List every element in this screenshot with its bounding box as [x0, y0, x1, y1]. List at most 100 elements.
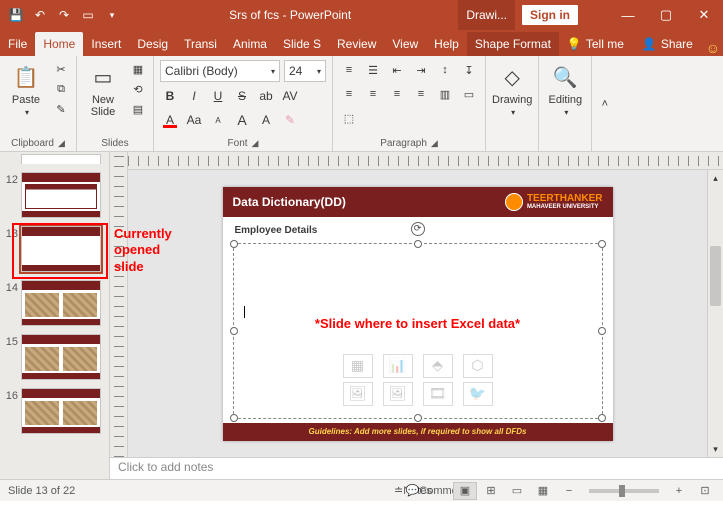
- clear-formatting-button[interactable]: A: [208, 110, 228, 130]
- copy-icon[interactable]: ⧉: [52, 80, 70, 98]
- font-size-select[interactable]: 24▾: [284, 60, 326, 82]
- tab-home[interactable]: Home: [35, 32, 83, 56]
- highlight-button[interactable]: ✎: [280, 110, 300, 130]
- align-left-button[interactable]: ≡: [339, 84, 359, 104]
- bullets-button[interactable]: ≡: [339, 60, 359, 80]
- scroll-up-icon[interactable]: ▴: [713, 170, 718, 186]
- content-placeholder[interactable]: ⟳ *Slide where to insert Excel data* ▦ 📊…: [233, 243, 603, 419]
- resize-handle[interactable]: [414, 414, 422, 422]
- fit-to-window-icon[interactable]: ⊡: [693, 482, 717, 500]
- paragraph-launcher-icon[interactable]: ◢: [431, 138, 438, 149]
- align-center-button[interactable]: ≡: [363, 84, 383, 104]
- decrease-indent-button[interactable]: ⇤: [387, 60, 407, 80]
- zoom-slider[interactable]: [589, 489, 659, 493]
- slide-thumbnails[interactable]: 12 13 14 15 16: [0, 152, 110, 479]
- character-spacing-button[interactable]: AV: [280, 86, 300, 106]
- line-spacing-button[interactable]: ↕: [435, 60, 455, 80]
- slide-sorter-view-icon[interactable]: ⊞: [479, 482, 503, 500]
- drawing-button[interactable]: ◇ Drawing ▾: [492, 60, 532, 147]
- align-right-button[interactable]: ≡: [387, 84, 407, 104]
- tab-transitions[interactable]: Transi: [176, 32, 225, 56]
- clipboard-launcher-icon[interactable]: ◢: [58, 138, 65, 149]
- insert-chart-icon[interactable]: 📊: [383, 354, 413, 378]
- sign-in-button[interactable]: Sign in: [521, 4, 579, 26]
- feedback-icon[interactable]: ☺: [703, 40, 723, 56]
- align-text-button[interactable]: ▭: [459, 84, 479, 104]
- tab-file[interactable]: File: [0, 32, 35, 56]
- collapse-ribbon-icon[interactable]: ˄: [591, 56, 617, 151]
- justify-button[interactable]: ≡: [411, 84, 431, 104]
- thumb-slide-12[interactable]: [21, 172, 101, 218]
- tab-insert[interactable]: Insert: [83, 32, 129, 56]
- close-icon[interactable]: ✕: [685, 0, 723, 30]
- font-color-button[interactable]: A: [160, 110, 180, 130]
- share-button[interactable]: 👤Share: [632, 32, 703, 56]
- text-direction-button[interactable]: ↧: [459, 60, 479, 80]
- section-icon[interactable]: ▤: [129, 100, 147, 118]
- tab-design[interactable]: Desig: [129, 32, 176, 56]
- numbering-button[interactable]: ☰: [363, 60, 383, 80]
- underline-button[interactable]: U: [208, 86, 228, 106]
- resize-handle[interactable]: [230, 240, 238, 248]
- resize-handle[interactable]: [230, 327, 238, 335]
- undo-icon[interactable]: ↶: [30, 5, 50, 25]
- tab-review[interactable]: Review: [329, 32, 384, 56]
- zoom-out-button[interactable]: −: [557, 482, 581, 500]
- insert-icon-icon[interactable]: 🐦: [463, 382, 493, 406]
- resize-handle[interactable]: [230, 414, 238, 422]
- insert-video-icon[interactable]: 🎞: [423, 382, 453, 406]
- format-painter-icon[interactable]: ✎: [52, 100, 70, 118]
- tab-animations[interactable]: Anima: [225, 32, 275, 56]
- normal-view-icon[interactable]: ▣: [453, 482, 477, 500]
- scrollbar-thumb[interactable]: [710, 246, 721, 306]
- comments-toggle[interactable]: 💬 Comments: [427, 482, 451, 500]
- tab-view[interactable]: View: [384, 32, 426, 56]
- italic-button[interactable]: I: [184, 86, 204, 106]
- notes-pane[interactable]: Click to add notes: [110, 457, 723, 479]
- decrease-font-button[interactable]: A: [256, 110, 276, 130]
- slide[interactable]: Data Dictionary(DD) TEERTHANKERMAHAVEER …: [223, 187, 613, 441]
- redo-icon[interactable]: ↷: [54, 5, 74, 25]
- strikethrough-button[interactable]: S: [232, 86, 252, 106]
- tab-slideshow[interactable]: Slide S: [275, 32, 329, 56]
- convert-smartart-button[interactable]: ⬚: [339, 108, 359, 128]
- vertical-scrollbar[interactable]: ▴ ▾: [707, 170, 723, 457]
- paste-button[interactable]: 📋 Paste ▾: [6, 60, 46, 136]
- rotate-handle[interactable]: ⟳: [411, 222, 425, 236]
- reset-icon[interactable]: ⟲: [129, 80, 147, 98]
- resize-handle[interactable]: [598, 240, 606, 248]
- maximize-icon[interactable]: ▢: [647, 0, 685, 30]
- zoom-slider-knob[interactable]: [619, 485, 625, 497]
- editing-button[interactable]: 🔍 Editing ▾: [545, 60, 585, 147]
- resize-handle[interactable]: [598, 327, 606, 335]
- layout-icon[interactable]: ▦: [129, 60, 147, 78]
- insert-smartart-icon[interactable]: ⬘: [423, 354, 453, 378]
- qat-customize-icon[interactable]: ▾: [102, 5, 122, 25]
- reading-view-icon[interactable]: ▭: [505, 482, 529, 500]
- tab-help[interactable]: Help: [426, 32, 467, 56]
- font-launcher-icon[interactable]: ◢: [252, 138, 259, 149]
- insert-picture-icon[interactable]: 🖼: [343, 382, 373, 406]
- insert-online-picture-icon[interactable]: 🖼: [383, 382, 413, 406]
- thumb-slide-11[interactable]: [21, 154, 101, 164]
- insert-table-icon[interactable]: ▦: [343, 354, 373, 378]
- zoom-in-button[interactable]: +: [667, 482, 691, 500]
- shadow-button[interactable]: ab: [256, 86, 276, 106]
- new-slide-button[interactable]: ▭ New Slide: [83, 60, 123, 136]
- resize-handle[interactable]: [598, 414, 606, 422]
- scroll-down-icon[interactable]: ▾: [713, 441, 718, 457]
- contextual-tab-drawing[interactable]: Drawi...: [458, 0, 515, 30]
- change-case-button[interactable]: Aa: [184, 110, 204, 130]
- columns-button[interactable]: ▥: [435, 84, 455, 104]
- thumb-slide-13[interactable]: [21, 226, 101, 272]
- slide-canvas[interactable]: Data Dictionary(DD) TEERTHANKERMAHAVEER …: [128, 170, 707, 457]
- thumb-slide-16[interactable]: [21, 388, 101, 434]
- increase-indent-button[interactable]: ⇥: [411, 60, 431, 80]
- font-name-select[interactable]: Calibri (Body)▾: [160, 60, 280, 82]
- minimize-icon[interactable]: —: [609, 0, 647, 30]
- start-from-beginning-icon[interactable]: ▭: [78, 5, 98, 25]
- thumb-slide-14[interactable]: [21, 280, 101, 326]
- bold-button[interactable]: B: [160, 86, 180, 106]
- save-icon[interactable]: 💾: [6, 5, 26, 25]
- increase-font-button[interactable]: A: [232, 110, 252, 130]
